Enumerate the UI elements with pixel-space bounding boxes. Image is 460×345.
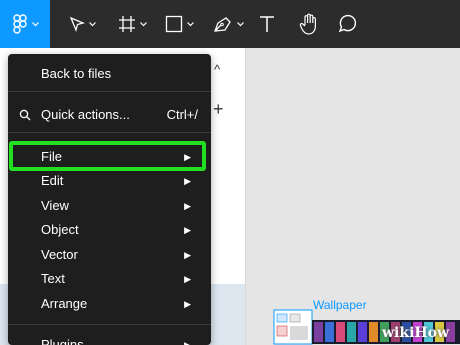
menu-item-quick-actions[interactable]: Quick actions... Ctrl+/ bbox=[8, 103, 211, 127]
move-tool-icon bbox=[69, 16, 85, 32]
frame-tool-button[interactable] bbox=[112, 0, 152, 48]
menu-item-plugins[interactable]: Plugins ▶ bbox=[8, 333, 211, 345]
submenu-arrow-icon: ▶ bbox=[184, 274, 191, 284]
menu-item-vector[interactable]: Vector ▶ bbox=[8, 243, 211, 267]
menu-item-label: Plugins bbox=[41, 337, 84, 345]
menu-divider bbox=[8, 91, 211, 92]
chevron-down-icon bbox=[186, 21, 194, 26]
menu-item-text[interactable]: Text ▶ bbox=[8, 267, 211, 291]
watermark-logo: wikiHow bbox=[382, 325, 450, 341]
menu-item-label: Vector bbox=[41, 247, 78, 262]
menu-item-edit[interactable]: Edit ▶ bbox=[8, 169, 211, 193]
chevron-down-icon bbox=[31, 21, 39, 26]
figma-menu-icon bbox=[12, 14, 27, 34]
pen-tool-icon bbox=[213, 17, 231, 32]
menu-item-label: Quick actions... bbox=[41, 107, 130, 122]
submenu-arrow-icon: ▶ bbox=[184, 340, 191, 345]
menu-item-arrange[interactable]: Arrange ▶ bbox=[8, 292, 211, 316]
menu-divider bbox=[8, 132, 211, 133]
menu-item-label: Text bbox=[41, 271, 65, 286]
chevron-down-icon bbox=[88, 21, 96, 26]
top-toolbar bbox=[0, 0, 460, 48]
comment-tool-icon bbox=[338, 14, 357, 33]
search-icon bbox=[19, 109, 31, 121]
shape-tool-icon bbox=[165, 15, 182, 33]
menu-item-label: Object bbox=[41, 222, 79, 237]
text-tool-icon bbox=[260, 16, 274, 32]
menu-item-label: Edit bbox=[41, 173, 64, 188]
menu-divider bbox=[8, 324, 211, 325]
file-highlight-box bbox=[9, 141, 206, 171]
menu-item-back-to-files[interactable]: Back to files bbox=[8, 62, 211, 86]
menu-item-object[interactable]: Object ▶ bbox=[8, 218, 211, 242]
menu-item-label: Back to files bbox=[41, 66, 112, 81]
menu-item-view[interactable]: View ▶ bbox=[8, 194, 211, 218]
chevron-down-icon bbox=[139, 21, 147, 26]
submenu-arrow-icon: ▶ bbox=[184, 299, 191, 309]
frame-tool-icon bbox=[118, 16, 135, 32]
submenu-arrow-icon: ▶ bbox=[184, 250, 191, 260]
text-tool-button[interactable] bbox=[255, 0, 279, 48]
shortcut-label: Ctrl+/ bbox=[166, 107, 198, 122]
comment-tool-button[interactable] bbox=[335, 0, 359, 48]
move-tool-button[interactable] bbox=[62, 0, 102, 48]
add-page-button[interactable]: + bbox=[213, 99, 224, 120]
menu-item-label: Arrange bbox=[41, 296, 88, 311]
chevron-down-icon bbox=[236, 21, 244, 26]
hand-tool-icon bbox=[299, 13, 316, 35]
shape-tool-button[interactable] bbox=[159, 0, 199, 48]
main-menu-dropdown: Back to files Quick actions... Ctrl+/ Fi… bbox=[8, 54, 211, 345]
submenu-arrow-icon: ▶ bbox=[184, 225, 191, 235]
submenu-arrow-icon: ▶ bbox=[184, 201, 191, 211]
submenu-arrow-icon: ▶ bbox=[184, 176, 191, 186]
pen-tool-button[interactable] bbox=[206, 0, 250, 48]
menu-item-label: View bbox=[41, 198, 69, 213]
hand-tool-button[interactable] bbox=[297, 0, 321, 48]
main-menu-button[interactable] bbox=[0, 0, 50, 48]
